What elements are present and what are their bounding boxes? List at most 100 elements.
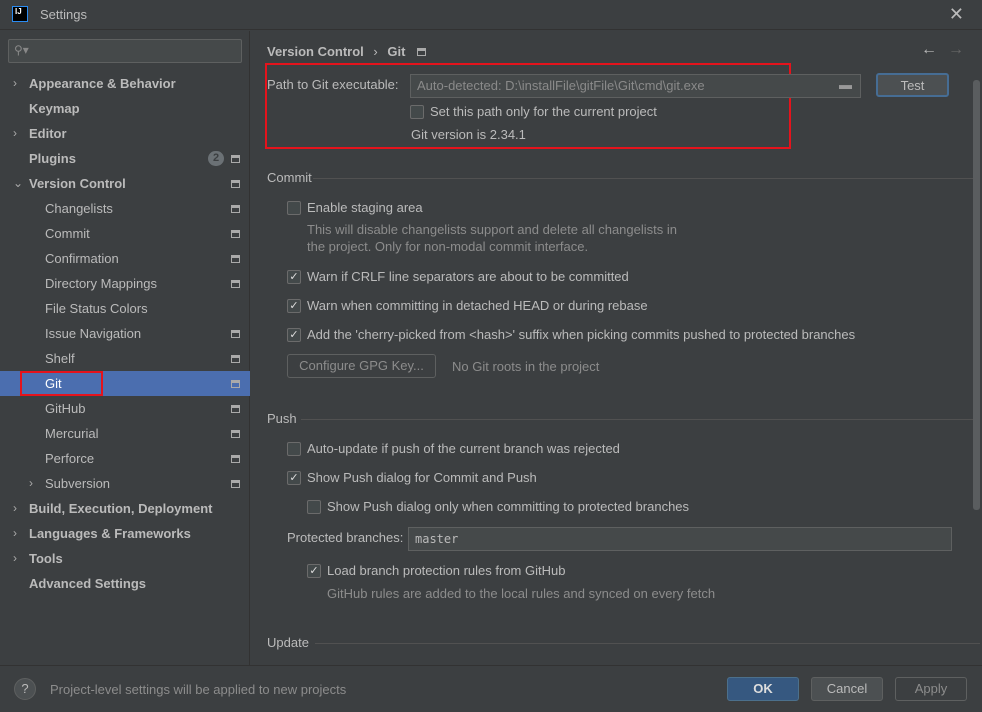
folder-icon[interactable]: ▬ [839,77,852,92]
project-scope-icon [231,180,240,188]
sidebar-item-tools[interactable]: › Tools [0,546,250,571]
cherry-checkbox[interactable]: ✓ [287,328,301,342]
project-scope-icon [231,480,240,488]
no-roots-label: No Git roots in the project [452,359,600,374]
sidebar-item-label: Directory Mappings [45,276,157,291]
sidebar-item-label: Commit [45,226,90,241]
protected-only-label: Show Push dialog only when committing to… [327,499,690,514]
sidebar-item-label: Build, Execution, Deployment [29,501,213,516]
crlf-checkbox[interactable]: ✓ [287,270,301,284]
protected-branches-input[interactable]: master [408,527,952,551]
detached-checkbox[interactable]: ✓ [287,299,301,313]
chevron-right-icon[interactable]: › [13,521,17,546]
show-push-label: Show Push dialog for Commit and Push [307,470,537,485]
sidebar-item-appearance-behavior[interactable]: › Appearance & Behavior [0,71,250,96]
project-scope-icon [231,230,240,238]
sidebar-item-label: Perforce [45,451,95,466]
sidebar-item-perforce[interactable]: Perforce [0,446,250,471]
chevron-right-icon[interactable]: › [29,471,33,496]
sidebar-item-confirmation[interactable]: Confirmation [0,246,250,271]
scrollbar[interactable] [973,80,980,510]
sidebar-item-changelists[interactable]: Changelists [0,196,250,221]
detached-label: Warn when committing in detached HEAD or… [307,298,648,313]
back-icon[interactable]: ← [921,41,937,59]
project-scope-icon [231,355,240,363]
configure-gpg-button[interactable]: Configure GPG Key... [287,354,436,378]
push-section-title: Push [267,411,297,426]
sidebar-item-label: Subversion [45,476,111,491]
sidebar-item-subversion[interactable]: › Subversion [0,471,250,496]
sidebar-item-commit[interactable]: Commit [0,221,250,246]
project-only-checkbox[interactable] [410,105,424,119]
breadcrumb-separator: › [373,44,378,59]
cherry-label: Add the 'cherry-picked from <hash>' suff… [307,327,856,342]
project-scope-icon [231,430,240,438]
sidebar-item-shelf[interactable]: Shelf [0,346,250,371]
chevron-right-icon[interactable]: › [13,71,17,96]
chevron-right-icon[interactable]: › [13,496,17,521]
search-input[interactable]: ⚲▾ [8,39,242,63]
sidebar-item-label: Issue Navigation [45,326,142,341]
sidebar-item-label: Changelists [45,201,113,216]
load-rules-label: Load branch protection rules from GitHub [327,563,566,578]
chevron-right-icon[interactable]: › [13,121,17,146]
project-scope-icon [231,380,240,388]
sidebar-item-label: Confirmation [45,251,119,266]
test-button[interactable]: Test [876,73,949,97]
close-icon[interactable]: ✕ [949,4,964,25]
git-path-input[interactable]: Auto-detected: D:\installFile\gitFile\Gi… [410,74,861,98]
chevron-down-icon[interactable]: ⌄ [13,171,23,196]
sidebar-item-label: Mercurial [45,426,99,441]
footer-note: Project-level settings will be applied t… [50,682,347,697]
update-section-title: Update [267,635,309,650]
show-push-checkbox[interactable]: ✓ [287,471,301,485]
window-title: Settings [40,7,87,22]
project-scope-icon [231,405,240,413]
commit-section-title: Commit [267,170,312,185]
sidebar-item-editor[interactable]: › Editor [0,121,250,146]
apply-button[interactable]: Apply [895,677,967,701]
sidebar-item-languages-frameworks[interactable]: › Languages & Frameworks [0,521,250,546]
breadcrumb-parent[interactable]: Version Control [267,44,364,59]
sidebar: ⚲▾ › Appearance & Behavior Keymap › Editor Pl… [0,31,250,665]
sidebar-item-keymap[interactable]: Keymap [0,96,250,121]
help-button[interactable]: ? [14,678,36,700]
sidebar-item-label: Shelf [45,351,75,366]
protected-only-checkbox[interactable] [307,500,321,514]
sidebar-item-label: Languages & Frameworks [29,526,191,541]
ok-button[interactable]: OK [727,677,799,701]
forward-icon[interactable]: → [948,41,964,59]
load-rules-checkbox[interactable]: ✓ [307,564,321,578]
sidebar-item-plugins[interactable]: Plugins 2 [0,146,250,171]
sidebar-item-mercurial[interactable]: Mercurial [0,421,250,446]
sidebar-item-label: Tools [29,551,63,566]
sidebar-item-label: GitHub [45,401,86,416]
rules-hint: GitHub rules are added to the local rule… [327,586,716,601]
staging-hint: This will disable changelists support an… [307,222,677,237]
app-logo-icon: IJ [12,6,28,22]
cancel-button[interactable]: Cancel [811,677,883,701]
project-only-label: Set this path only for the current proje… [430,104,657,119]
sidebar-item-label: Editor [29,126,67,141]
project-scope-icon [417,48,427,56]
staging-checkbox[interactable] [287,201,301,215]
path-label: Path to Git executable: [267,77,399,92]
sidebar-item-github[interactable]: GitHub [0,396,250,421]
breadcrumb: Version Control › Git [267,44,427,59]
update-count-badge: 2 [208,151,224,166]
sidebar-item-version-control[interactable]: ⌄ Version Control [0,171,250,196]
sidebar-item-issue-navigation[interactable]: Issue Navigation [0,321,250,346]
auto-update-checkbox[interactable] [287,442,301,456]
project-scope-icon [231,280,240,288]
main-panel: Version Control › Git ← → Path to Git ex… [251,31,982,665]
sidebar-item-git[interactable]: Git [0,371,250,396]
search-icon: ⚲▾ [14,43,29,57]
chevron-right-icon[interactable]: › [13,546,17,571]
sidebar-item-directory-mappings[interactable]: Directory Mappings [0,271,250,296]
sidebar-item-advanced-settings[interactable]: Advanced Settings [0,571,250,596]
sidebar-item-file-status-colors[interactable]: File Status Colors [0,296,250,321]
git-version: Git version is 2.34.1 [411,127,526,142]
highlight-box [20,371,103,396]
protected-branches-label: Protected branches: [287,530,404,545]
sidebar-item-build-execution-deployment[interactable]: › Build, Execution, Deployment [0,496,250,521]
